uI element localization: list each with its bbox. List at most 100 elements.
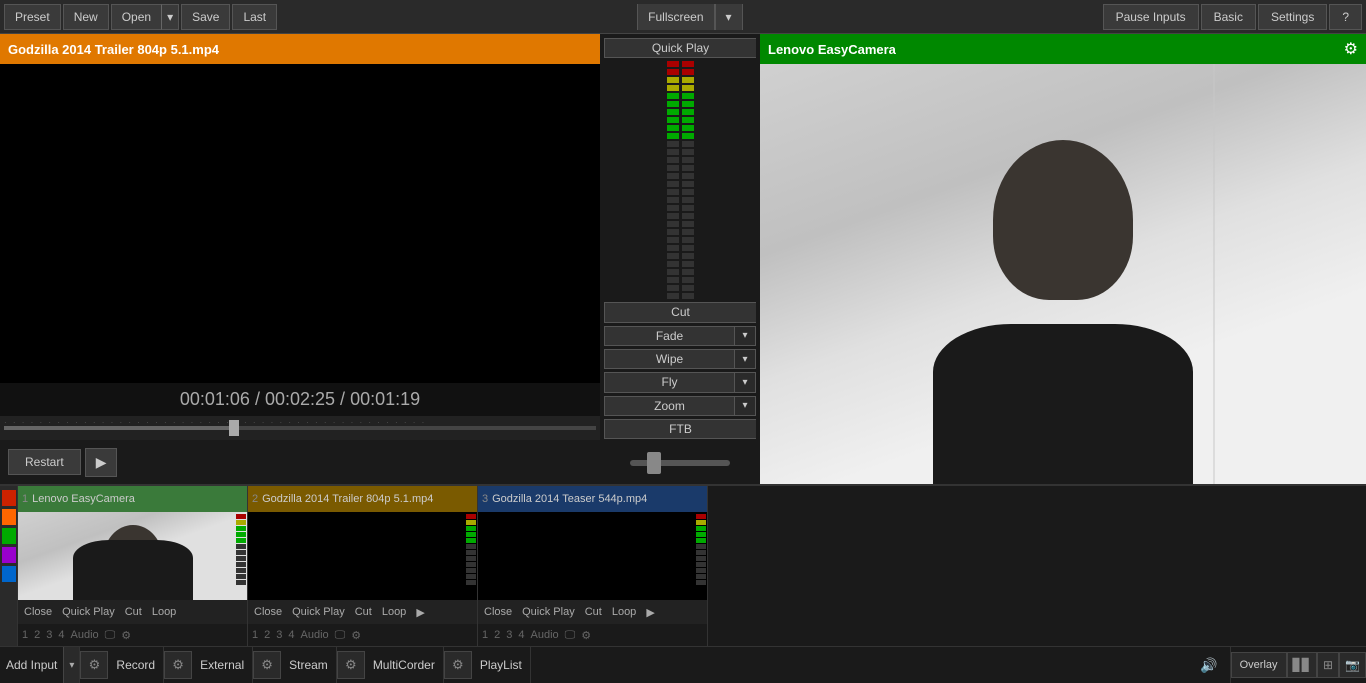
input-2-quick-play-button[interactable]: Quick Play	[290, 606, 347, 618]
zoom-button[interactable]: Zoom	[604, 396, 734, 416]
input-3-quick-play-button[interactable]: Quick Play	[520, 606, 577, 618]
open-button[interactable]: Open	[111, 4, 161, 30]
save-button[interactable]: Save	[181, 4, 230, 30]
volume-icon[interactable]: 🔊	[1196, 657, 1221, 674]
input-1-close-button[interactable]: Close	[22, 606, 54, 618]
input-3-loop-button[interactable]: Loop	[610, 606, 638, 618]
input-3-monitor-icon[interactable]: 🖵	[565, 629, 576, 642]
input-1-quick-play-button[interactable]: Quick Play	[60, 606, 117, 618]
input-2-expand-button[interactable]: ▶	[414, 606, 426, 619]
color-strip-orange[interactable]	[2, 509, 16, 525]
help-button[interactable]: ?	[1329, 4, 1362, 30]
record-gear-button[interactable]: ⚙	[164, 651, 192, 679]
playlist-button[interactable]: PlayList	[480, 658, 522, 672]
external-gear-button[interactable]: ⚙	[253, 651, 281, 679]
input-3-close-button[interactable]: Close	[482, 606, 514, 618]
cut-button[interactable]: Cut	[604, 302, 756, 322]
vu-col-right	[682, 61, 694, 299]
input-1-loop-button[interactable]: Loop	[150, 606, 178, 618]
input-1-gear-icon[interactable]: ⚙	[121, 629, 131, 642]
basic-button[interactable]: Basic	[1201, 4, 1256, 30]
quick-play-button[interactable]: Quick Play	[604, 38, 756, 58]
color-strip-purple[interactable]	[2, 547, 16, 563]
color-strip-blue[interactable]	[2, 566, 16, 582]
input-1-num4[interactable]: 4	[58, 629, 64, 641]
input-3-expand-button[interactable]: ▶	[644, 606, 656, 619]
vu-seg	[682, 149, 694, 155]
input-3-video	[478, 512, 707, 600]
input-3-audio-label[interactable]: Audio	[531, 629, 559, 641]
add-input-button[interactable]: Add Input	[0, 647, 63, 683]
fullscreen-button[interactable]: Fullscreen	[638, 4, 714, 30]
input-3-gear-icon[interactable]: ⚙	[581, 629, 591, 642]
restart-button[interactable]: Restart	[8, 449, 81, 475]
play-button[interactable]: ▶	[85, 448, 118, 477]
pause-inputs-button[interactable]: Pause Inputs	[1103, 4, 1199, 30]
overlay-button[interactable]: Overlay	[1231, 652, 1287, 678]
input-1-audio-label[interactable]: Audio	[71, 629, 99, 641]
zoom-arrow-button[interactable]: ▾	[734, 396, 756, 416]
fade-button[interactable]: Fade	[604, 326, 734, 346]
camera-gear-button[interactable]: ⚙	[1344, 39, 1358, 59]
settings-button[interactable]: Settings	[1258, 4, 1327, 30]
vu-seg	[682, 101, 694, 107]
timeline-track[interactable]	[4, 426, 596, 430]
input-2-loop-button[interactable]: Loop	[380, 606, 408, 618]
input-2-audio-label[interactable]: Audio	[301, 629, 329, 641]
ftb-button[interactable]: FTB	[604, 419, 756, 439]
input-1-num3[interactable]: 3	[46, 629, 52, 641]
vu-seg	[667, 109, 679, 115]
wipe-arrow-button[interactable]: ▾	[734, 349, 756, 369]
add-input-gear-button[interactable]: ⚙	[80, 651, 108, 679]
input-2-num4[interactable]: 4	[288, 629, 294, 641]
input-3-num4[interactable]: 4	[518, 629, 524, 641]
input-2-num2[interactable]: 2	[264, 629, 270, 641]
add-input-group: Add Input ▾	[0, 647, 80, 683]
volume-slider[interactable]	[630, 460, 730, 466]
input-1-monitor-icon[interactable]: 🖵	[105, 629, 116, 642]
camera-display	[760, 64, 1366, 484]
record-button[interactable]: Record	[116, 658, 155, 672]
vu-seg	[667, 69, 679, 75]
timeline-thumb[interactable]	[229, 420, 239, 436]
input-2-num3[interactable]: 3	[276, 629, 282, 641]
stream-button[interactable]: Stream	[289, 658, 328, 672]
add-input-arrow-button[interactable]: ▾	[63, 647, 79, 683]
vu-seg	[667, 133, 679, 139]
open-arrow-button[interactable]: ▾	[161, 4, 179, 30]
wipe-button[interactable]: Wipe	[604, 349, 734, 369]
fly-button[interactable]: Fly	[604, 372, 734, 392]
input-3-num3[interactable]: 3	[506, 629, 512, 641]
stream-gear-button[interactable]: ⚙	[337, 651, 365, 679]
color-strip-red[interactable]	[2, 490, 16, 506]
fade-arrow-button[interactable]: ▾	[734, 326, 756, 346]
input-2-name: Godzilla 2014 Trailer 804p 5.1.mp4	[262, 493, 433, 505]
collapse-sidebar[interactable]	[0, 486, 18, 646]
input-2-cut-button[interactable]: Cut	[353, 606, 374, 618]
input-2-close-button[interactable]: Close	[252, 606, 284, 618]
new-button[interactable]: New	[63, 4, 109, 30]
input-2-num1[interactable]: 1	[252, 629, 258, 641]
color-strip-green[interactable]	[2, 528, 16, 544]
right-buttons: Pause Inputs Basic Settings ?	[1103, 4, 1362, 30]
timeline-bar[interactable]: · · · · · · · · · · · · · · · · · · · · …	[0, 416, 600, 440]
multicorder-button[interactable]: MultiCorder	[373, 658, 435, 672]
bars-icon-button[interactable]: ▊▊	[1287, 652, 1317, 678]
camera-icon-button[interactable]: 📷	[1339, 652, 1366, 678]
external-button[interactable]: External	[200, 658, 244, 672]
fly-arrow-button[interactable]: ▾	[734, 372, 756, 392]
grid-icon-button[interactable]: ⊞	[1317, 652, 1339, 678]
input-3-num2[interactable]: 2	[494, 629, 500, 641]
input-1-num1[interactable]: 1	[22, 629, 28, 641]
input-2-gear-icon[interactable]: ⚙	[351, 629, 361, 642]
input-3-num1[interactable]: 1	[482, 629, 488, 641]
time-display: 00:01:06 / 00:02:25 / 00:01:19	[0, 383, 600, 416]
multicorder-gear-button[interactable]: ⚙	[444, 651, 472, 679]
last-button[interactable]: Last	[232, 4, 277, 30]
input-3-cut-button[interactable]: Cut	[583, 606, 604, 618]
input-1-cut-button[interactable]: Cut	[123, 606, 144, 618]
input-2-monitor-icon[interactable]: 🖵	[335, 629, 346, 642]
preset-button[interactable]: Preset	[4, 4, 61, 30]
fullscreen-arrow-button[interactable]: ▾	[715, 4, 742, 30]
input-1-num2[interactable]: 2	[34, 629, 40, 641]
